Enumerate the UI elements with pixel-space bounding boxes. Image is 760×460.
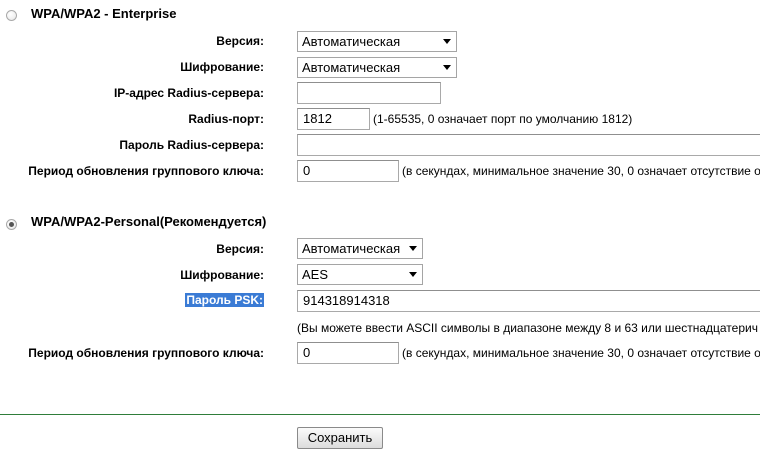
radius-ip-label: IP-адрес Radius-сервера: <box>113 86 264 100</box>
enterprise-version-select[interactable]: Автоматическая <box>297 31 457 52</box>
save-button[interactable]: Сохранить <box>297 427 383 449</box>
radius-port-hint: (1-65535, 0 означает порт по умолчанию 1… <box>373 112 633 126</box>
enterprise-group-key-hint: (в секундах, минимальное значение 30, 0 … <box>402 164 760 178</box>
enterprise-encryption-label: Шифрование: <box>180 60 264 74</box>
chevron-down-icon <box>443 39 451 44</box>
chevron-down-icon <box>443 65 451 70</box>
personal-version-value: Автоматическая <box>302 241 401 256</box>
psk-input[interactable]: 914318914318 <box>297 290 760 312</box>
personal-radio[interactable] <box>6 219 17 230</box>
psk-label: Пароль PSK: <box>185 293 264 307</box>
enterprise-encryption-value: Автоматическая <box>302 60 401 75</box>
enterprise-group-key-label: Период обновления группового ключа: <box>28 164 264 178</box>
enterprise-group-key-input[interactable]: 0 <box>297 160 399 182</box>
enterprise-radio[interactable] <box>6 10 17 21</box>
radius-port-label: Radius-порт: <box>188 112 264 126</box>
enterprise-title: WPA/WPA2 - Enterprise <box>31 6 177 21</box>
radius-ip-input[interactable] <box>297 82 441 104</box>
wireless-security-page: WPA/WPA2 - Enterprise Версия: Автоматиче… <box>0 0 760 460</box>
personal-group-key-hint: (в секундах, минимальное значение 30, 0 … <box>402 346 760 360</box>
personal-group-key-input[interactable]: 0 <box>297 342 399 364</box>
personal-version-select[interactable]: Автоматическая <box>297 238 423 259</box>
chevron-down-icon <box>409 272 417 277</box>
radius-password-label: Пароль Radius-сервера: <box>119 138 264 152</box>
personal-encryption-select[interactable]: AES <box>297 264 423 285</box>
enterprise-version-label: Версия: <box>216 34 264 48</box>
enterprise-encryption-select[interactable]: Автоматическая <box>297 57 457 78</box>
footer-divider <box>0 414 760 415</box>
chevron-down-icon <box>409 246 417 251</box>
personal-encryption-label: Шифрование: <box>180 268 264 282</box>
radius-port-input[interactable]: 1812 <box>297 108 370 130</box>
personal-group-key-label: Период обновления группового ключа: <box>28 346 264 360</box>
psk-hint: (Вы можете ввести ASCII символы в диапаз… <box>297 321 758 335</box>
personal-version-label: Версия: <box>216 242 264 256</box>
radius-password-input[interactable] <box>297 134 760 156</box>
personal-title: WPA/WPA2-Personal(Рекомендуется) <box>31 214 267 229</box>
personal-encryption-value: AES <box>302 267 329 282</box>
enterprise-version-value: Автоматическая <box>302 34 401 49</box>
